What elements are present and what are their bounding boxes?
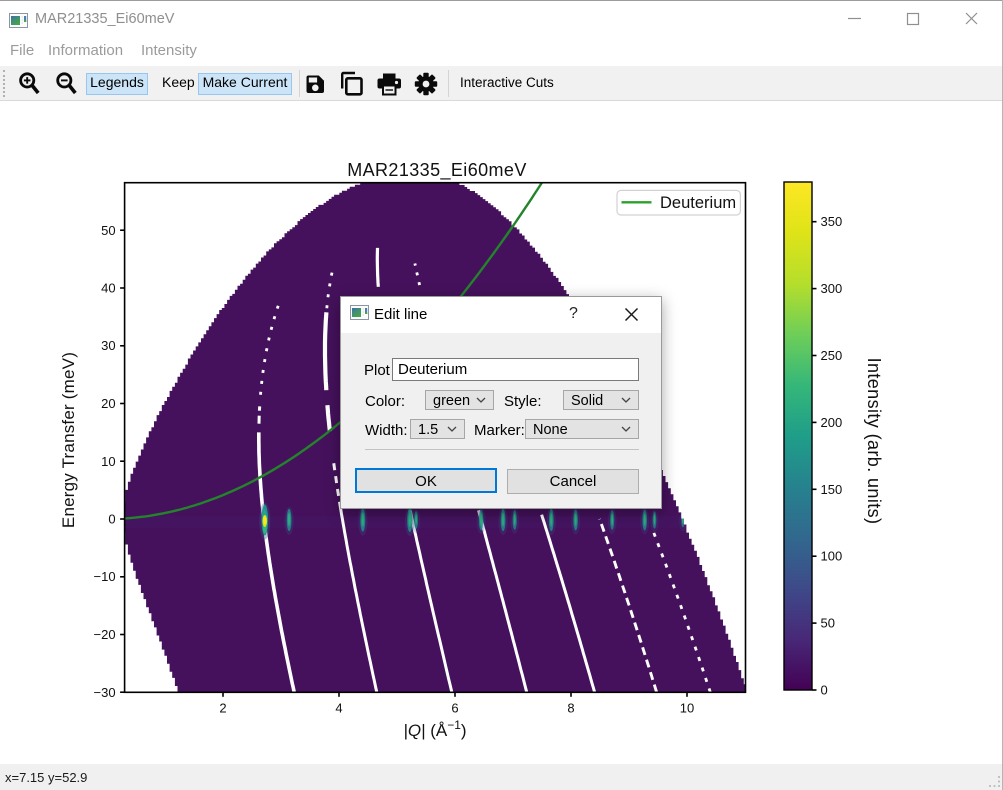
svg-text:0: 0 xyxy=(821,683,828,698)
svg-text:10: 10 xyxy=(101,454,115,469)
svg-text:2: 2 xyxy=(219,700,226,715)
svg-text:−10: −10 xyxy=(94,569,116,584)
svg-text:300: 300 xyxy=(821,281,843,296)
svg-text:40: 40 xyxy=(101,281,115,296)
svg-text:Energy Transfer (meV): Energy Transfer (meV) xyxy=(59,352,78,528)
svg-text:10: 10 xyxy=(680,700,694,715)
svg-text:|Q| (Å−1): |Q| (Å−1) xyxy=(403,718,466,740)
svg-text:Deuterium: Deuterium xyxy=(660,194,736,212)
svg-text:100: 100 xyxy=(821,549,843,564)
svg-text:350: 350 xyxy=(821,214,843,229)
svg-text:50: 50 xyxy=(101,223,115,238)
svg-text:6: 6 xyxy=(451,700,458,715)
svg-text:−20: −20 xyxy=(94,627,116,642)
svg-text:0: 0 xyxy=(108,512,115,527)
svg-text:50: 50 xyxy=(821,616,835,631)
svg-text:150: 150 xyxy=(821,482,843,497)
svg-text:4: 4 xyxy=(335,700,342,715)
svg-text:8: 8 xyxy=(567,700,574,715)
svg-text:30: 30 xyxy=(101,338,115,353)
svg-text:200: 200 xyxy=(821,415,843,430)
svg-text:250: 250 xyxy=(821,348,843,363)
svg-text:Intensity (arb. units): Intensity (arb. units) xyxy=(864,358,884,525)
svg-text:−30: −30 xyxy=(94,685,116,700)
svg-text:20: 20 xyxy=(101,396,115,411)
svg-text:MAR21335_Ei60meV: MAR21335_Ei60meV xyxy=(347,160,527,181)
